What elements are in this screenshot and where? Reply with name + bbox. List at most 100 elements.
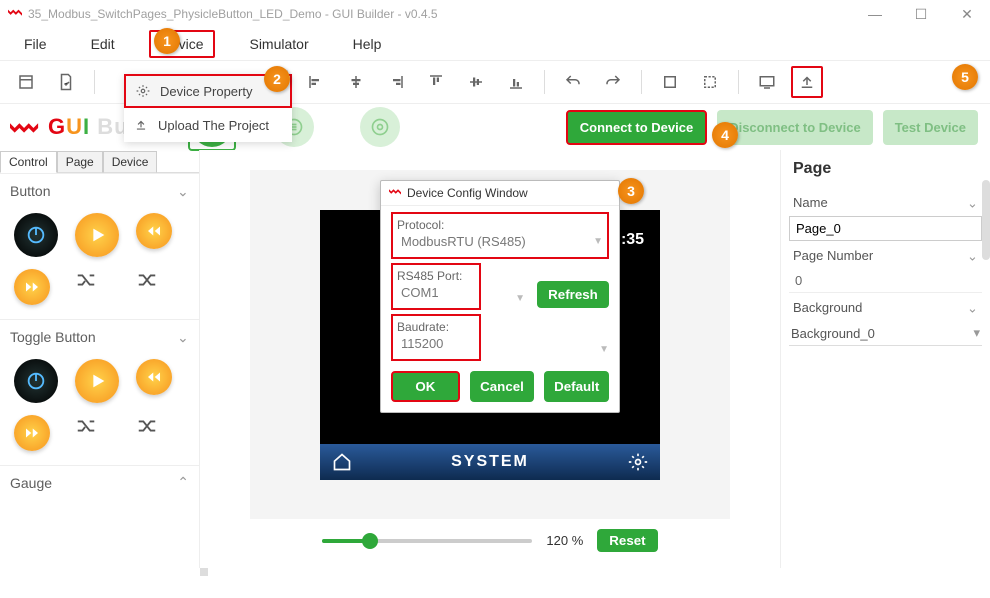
prop-number-row[interactable]: Page Number ⌃ <box>789 241 982 269</box>
menu-file[interactable]: File <box>14 32 57 56</box>
app-icon <box>389 187 401 199</box>
default-button[interactable]: Default <box>544 371 609 402</box>
align-center-h-icon[interactable] <box>340 66 372 98</box>
redo-icon[interactable] <box>597 66 629 98</box>
widget-toggle-forward[interactable] <box>14 415 50 451</box>
prop-bg-row[interactable]: Background ⌃ <box>789 293 982 321</box>
selection-solid-icon[interactable] <box>654 66 686 98</box>
connect-button[interactable]: Connect to Device <box>566 110 707 145</box>
section-gauge-label: Gauge <box>10 475 52 491</box>
section-toggle[interactable]: Toggle Button ⌃ <box>0 319 199 353</box>
connection-buttons: Connect to Device Disconnect to Device T… <box>566 110 990 145</box>
menu-help[interactable]: Help <box>343 32 392 56</box>
align-bottom-icon[interactable] <box>500 66 532 98</box>
toolbar-open-icon[interactable] <box>50 66 82 98</box>
gear-icon <box>136 84 150 98</box>
cancel-button[interactable]: Cancel <box>470 371 535 402</box>
upload-small-icon <box>134 118 148 132</box>
section-toggle-label: Toggle Button <box>10 329 96 345</box>
dropdown-arrow-icon: ▼ <box>599 344 609 355</box>
properties-panel: Page Name ⌃ Page Number ⌃ 0 Background ⌃… <box>780 150 990 568</box>
window-title: 35_Modbus_SwitchPages_PhysicleButton_LED… <box>28 7 860 21</box>
section-gauge[interactable]: Gauge ⌃ <box>0 465 199 499</box>
prop-name-input[interactable] <box>789 216 982 241</box>
dropdown-arrow-icon: ▾ <box>973 325 980 341</box>
toggle-widgets <box>0 353 199 465</box>
widget-play-button[interactable] <box>75 213 119 257</box>
baud-select[interactable]: 115200 <box>397 334 475 357</box>
selection-dashed-icon[interactable] <box>694 66 726 98</box>
menu-upload-project[interactable]: Upload The Project <box>124 108 292 142</box>
menu-edit[interactable]: Edit <box>81 32 125 56</box>
dropdown-arrow-icon: ▼ <box>593 236 603 247</box>
align-top-icon[interactable] <box>420 66 452 98</box>
button-widgets <box>0 207 199 319</box>
gear-icon[interactable] <box>628 452 648 472</box>
menu-upload-project-label: Upload The Project <box>158 118 269 133</box>
screen-icon[interactable] <box>751 66 783 98</box>
protocol-label: Protocol: <box>397 218 603 232</box>
chevron-up-icon: ⌃ <box>177 182 189 199</box>
prop-bg-value-row[interactable]: Background_0 ▾ <box>789 321 982 346</box>
chevron-up-icon: ⌃ <box>177 328 189 345</box>
menu-simulator[interactable]: Simulator <box>239 32 318 56</box>
close-button[interactable]: ✕ <box>952 6 982 23</box>
prop-bg-value: Background_0 <box>791 326 875 341</box>
protocol-select[interactable]: ModbusRTU (RS485)▼ <box>397 232 603 255</box>
align-left-icon[interactable] <box>300 66 332 98</box>
widget-rewind-button[interactable] <box>136 213 172 249</box>
undo-icon[interactable] <box>557 66 589 98</box>
refresh-button[interactable]: Refresh <box>537 281 609 308</box>
widget-toggle-crossfade[interactable] <box>136 415 158 437</box>
widget-shuffle-icon[interactable] <box>75 269 97 291</box>
right-scrollbar[interactable] <box>982 180 990 440</box>
section-button[interactable]: Button ⌃ <box>0 173 199 207</box>
dialog-body: Protocol: ModbusRTU (RS485)▼ RS485 Port:… <box>381 206 619 412</box>
prop-name-row[interactable]: Name ⌃ <box>789 188 982 216</box>
widget-toggle-rewind[interactable] <box>136 359 172 395</box>
zoom-reset-button[interactable]: Reset <box>597 529 657 552</box>
left-tabs: Control Page Device <box>0 150 199 173</box>
maximize-button[interactable]: ☐ <box>906 6 936 23</box>
toolbar-new-icon[interactable] <box>10 66 42 98</box>
title-bar: 35_Modbus_SwitchPages_PhysicleButton_LED… <box>0 0 990 28</box>
widget-power-button[interactable] <box>14 213 58 257</box>
tab-page[interactable]: Page <box>57 151 103 173</box>
align-center-v-icon[interactable] <box>460 66 492 98</box>
widget-toggle-shuffle[interactable] <box>75 415 97 437</box>
widget-toggle-play[interactable] <box>75 359 119 403</box>
zoom-bar: 120 % Reset <box>322 519 657 568</box>
ok-button[interactable]: OK <box>391 371 460 402</box>
align-right-icon[interactable] <box>380 66 412 98</box>
widget-toggle-power[interactable] <box>14 359 58 403</box>
callout-marker-5: 5 <box>952 64 978 90</box>
tab-device[interactable]: Device <box>103 151 158 173</box>
callout-marker-2: 2 <box>264 66 290 92</box>
baud-group: Baudrate: 115200 <box>391 314 481 361</box>
home-icon[interactable] <box>332 452 352 472</box>
upload-icon[interactable] <box>791 66 823 98</box>
preview-footer: SYSTEM <box>320 444 660 480</box>
disconnect-button[interactable]: Disconnect to Device <box>717 110 873 145</box>
widget-crossfade-icon[interactable] <box>136 269 158 291</box>
minimize-button[interactable]: — <box>860 6 890 23</box>
gear-round-button[interactable] <box>360 107 400 147</box>
callout-marker-4: 4 <box>712 122 738 148</box>
protocol-group: Protocol: ModbusRTU (RS485)▼ <box>391 212 609 259</box>
port-select[interactable]: COM1 <box>397 283 475 306</box>
dialog-title-bar[interactable]: Device Config Window <box>381 181 619 206</box>
callout-marker-3: 3 <box>618 178 644 204</box>
dropdown-arrow-icon: ▼ <box>515 293 525 304</box>
properties-title: Page <box>793 160 982 178</box>
window-buttons: — ☐ ✕ <box>860 6 982 23</box>
chevron-up-icon: ⌃ <box>967 247 978 263</box>
tab-control[interactable]: Control <box>0 151 57 173</box>
widget-forward-button[interactable] <box>14 269 50 305</box>
left-panel: Control Page Device Button ⌃ Toggle Butt… <box>0 150 200 568</box>
chevron-down-icon: ⌃ <box>177 474 189 491</box>
zoom-slider[interactable] <box>322 539 532 543</box>
dialog-buttons: OK Cancel Default <box>391 371 609 402</box>
device-config-dialog: Device Config Window Protocol: ModbusRTU… <box>380 180 620 413</box>
test-device-button[interactable]: Test Device <box>883 110 978 145</box>
section-button-label: Button <box>10 183 50 199</box>
